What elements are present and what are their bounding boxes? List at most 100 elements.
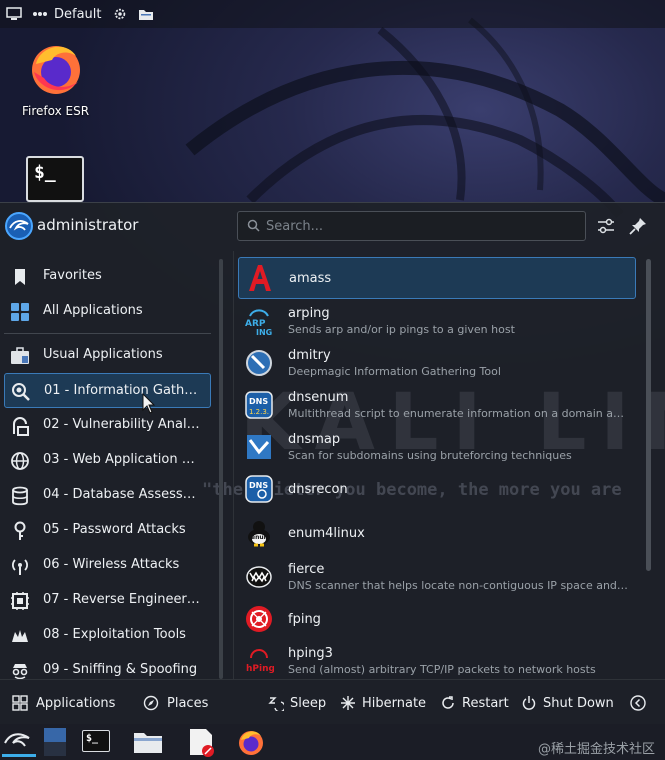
category-information-gathering[interactable]: 01 - Information Gather... <box>4 373 211 408</box>
app-dnsmap[interactable]: dnsmap Scan for subdomains using brutefo… <box>238 427 636 469</box>
files-button[interactable] <box>138 7 154 21</box>
search-input[interactable] <box>266 216 576 236</box>
app-name: arping <box>288 306 330 321</box>
terminal-icon: $_ <box>26 156 84 202</box>
dnsmap-icon <box>247 435 271 459</box>
category-vulnerability-analysis[interactable]: 02 - Vulnerability Analysis <box>4 408 211 443</box>
svg-text:DNS: DNS <box>249 397 268 406</box>
app-name: dnsenum <box>288 390 349 405</box>
terminal-glyph: $_ <box>86 733 99 744</box>
app-name: dmitry <box>288 348 331 363</box>
category-usual-applications[interactable]: Usual Applications <box>4 338 211 373</box>
search-field[interactable] <box>237 211 586 241</box>
fping-icon <box>246 606 272 632</box>
folder-icon <box>138 10 153 20</box>
firefox-icon <box>239 731 263 755</box>
compass-icon <box>143 695 159 711</box>
launcher-button[interactable] <box>2 727 36 757</box>
category-label: 02 - Vulnerability Analysis <box>43 417 203 432</box>
monitor-icon <box>6 7 22 20</box>
activity-switcher[interactable]: Default <box>32 7 102 22</box>
app-name: fping <box>288 612 321 627</box>
app-description: Multithread script to enumerate informat… <box>288 407 628 420</box>
category-exploitation-tools[interactable]: 08 - Exploitation Tools <box>4 618 211 653</box>
category-favorites[interactable]: Favorites <box>4 259 211 294</box>
category-separator <box>4 333 211 334</box>
hping-icon: hPing <box>246 649 274 674</box>
restart-button[interactable]: Restart <box>440 690 509 716</box>
avatar[interactable] <box>5 212 33 240</box>
folder-icon <box>134 733 162 753</box>
tab-places-label: Places <box>167 695 209 711</box>
desktop-firefox-shortcut[interactable]: Firefox ESR <box>22 38 89 118</box>
app-arping[interactable]: ARP ING arping Sends arp and/or ip pings… <box>238 301 636 343</box>
show-desktop-button[interactable] <box>6 7 22 21</box>
category-web-application[interactable]: 03 - Web Application An... <box>4 443 211 478</box>
leave-menu-button[interactable] <box>630 690 646 716</box>
search-icon <box>247 219 260 232</box>
configure-icon[interactable] <box>596 216 616 236</box>
sleep-button[interactable]: Sleep <box>268 690 326 716</box>
restart-icon <box>442 696 454 709</box>
sleep-icon <box>268 697 284 711</box>
category-wireless-attacks[interactable]: 06 - Wireless Attacks <box>4 548 211 583</box>
taskbar-files[interactable] <box>132 727 164 757</box>
app-fierce[interactable]: fierce DNS scanner that helps locate non… <box>238 557 636 599</box>
category-label: 03 - Web Application An... <box>43 452 203 467</box>
app-list-scrollbar[interactable] <box>646 259 651 571</box>
grid-icon <box>11 303 29 321</box>
svg-text:1.2.3.: 1.2.3. <box>249 408 269 416</box>
tab-applications-label: Applications <box>36 695 116 711</box>
shut-down-button[interactable]: Shut Down <box>521 690 614 716</box>
launcher-header: administrator <box>0 203 665 249</box>
category-label: Favorites <box>43 268 102 283</box>
category-label: Usual Applications <box>43 347 163 362</box>
tab-applications[interactable]: Applications <box>3 690 124 728</box>
taskbar-firefox[interactable] <box>236 727 268 757</box>
app-description: Scan for subdomains using bruteforcing t… <box>288 449 572 462</box>
hibernate-button[interactable]: Hibernate <box>340 690 426 716</box>
app-name: dnsmap <box>288 432 341 447</box>
dnsrecon-icon: DNS <box>245 475 273 503</box>
app-description: DNS scanner that helps locate non-contig… <box>288 579 628 592</box>
app-description: Send (almost) arbitrary TCP/IP packets t… <box>288 663 596 676</box>
vulnerability-icon <box>13 417 29 436</box>
briefcase-icon <box>11 347 29 364</box>
corner-watermark: @稀土掘金技术社区 <box>538 742 656 757</box>
category-database-assessment[interactable]: 04 - Database Assessme... <box>4 478 211 513</box>
shut-down-label: Shut Down <box>543 695 614 711</box>
category-label: 09 - Sniffing & Spoofing <box>43 662 198 677</box>
category-label: 04 - Database Assessme... <box>43 487 203 502</box>
taskbar-text-editor[interactable] <box>186 727 218 757</box>
taskbar-terminal[interactable]: $_ <box>80 727 112 757</box>
settings-button[interactable] <box>112 7 128 21</box>
tab-places[interactable]: Places <box>143 690 208 716</box>
power-icon <box>522 696 536 710</box>
pin-icon[interactable] <box>628 216 648 236</box>
category-scrollbar[interactable] <box>219 259 223 679</box>
category-reverse-engineering[interactable]: 07 - Reverse Engineering <box>4 583 211 618</box>
app-enum4linux[interactable]: enum enum4linux <box>238 513 636 555</box>
app-hping3[interactable]: hPing hping3 Send (almost) arbitrary TCP… <box>238 641 636 683</box>
category-label: 08 - Exploitation Tools <box>43 627 186 642</box>
app-dnsenum[interactable]: DNS 1.2.3. dnsenum Multithread script to… <box>238 385 636 427</box>
kali-dragon-icon <box>4 733 30 747</box>
category-all-applications[interactable]: All Applications <box>4 294 211 329</box>
exploit-icon <box>12 630 28 642</box>
app-amass[interactable]: amass <box>238 257 636 299</box>
app-dnsrecon[interactable]: DNS dnsrecon <box>238 469 636 511</box>
virtual-desktop-pager[interactable] <box>44 728 66 756</box>
restart-label: Restart <box>462 695 509 711</box>
app-fping[interactable]: fping <box>238 599 636 641</box>
app-name: amass <box>289 271 332 286</box>
app-name: hping3 <box>288 646 333 661</box>
magnifier-icon <box>12 383 30 401</box>
key-icon <box>14 521 26 540</box>
hibernate-label: Hibernate <box>362 695 427 711</box>
svg-text:ING: ING <box>256 328 272 336</box>
category-password-attacks[interactable]: 05 - Password Attacks <box>4 513 211 548</box>
grid-icon <box>12 695 28 711</box>
app-dmitry[interactable]: dmitry Deepmagic Information Gathering T… <box>238 343 636 385</box>
desktop-terminal-shortcut[interactable]: $_ <box>26 156 84 202</box>
chip-icon <box>11 592 29 610</box>
